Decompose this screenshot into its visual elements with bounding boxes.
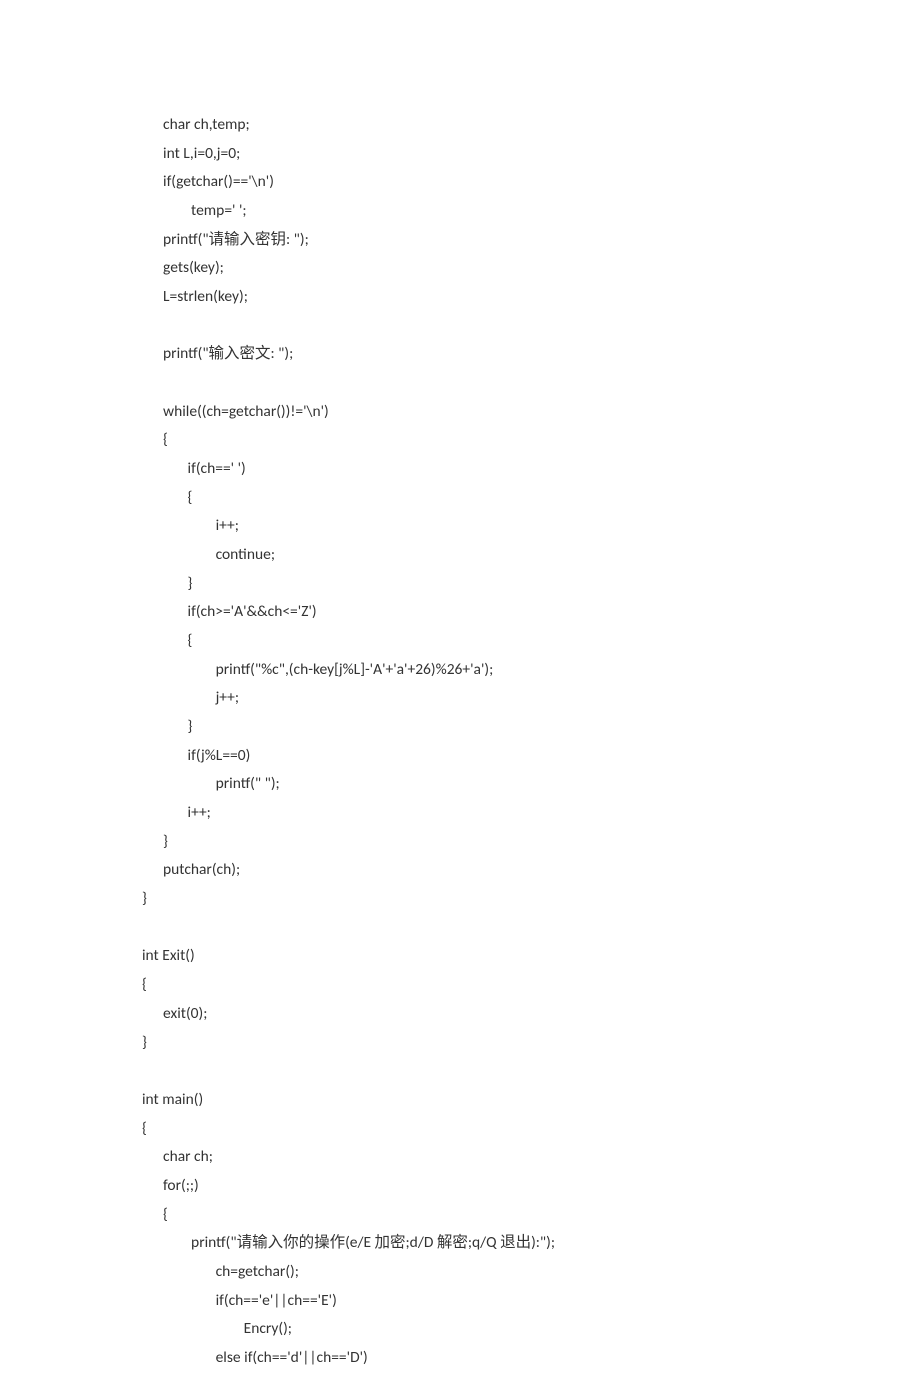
code-block: char ch,temp; int L,i=0,j=0; if(getchar(… bbox=[142, 111, 920, 1373]
document-page: char ch,temp; int L,i=0,j=0; if(getchar(… bbox=[0, 0, 920, 1373]
